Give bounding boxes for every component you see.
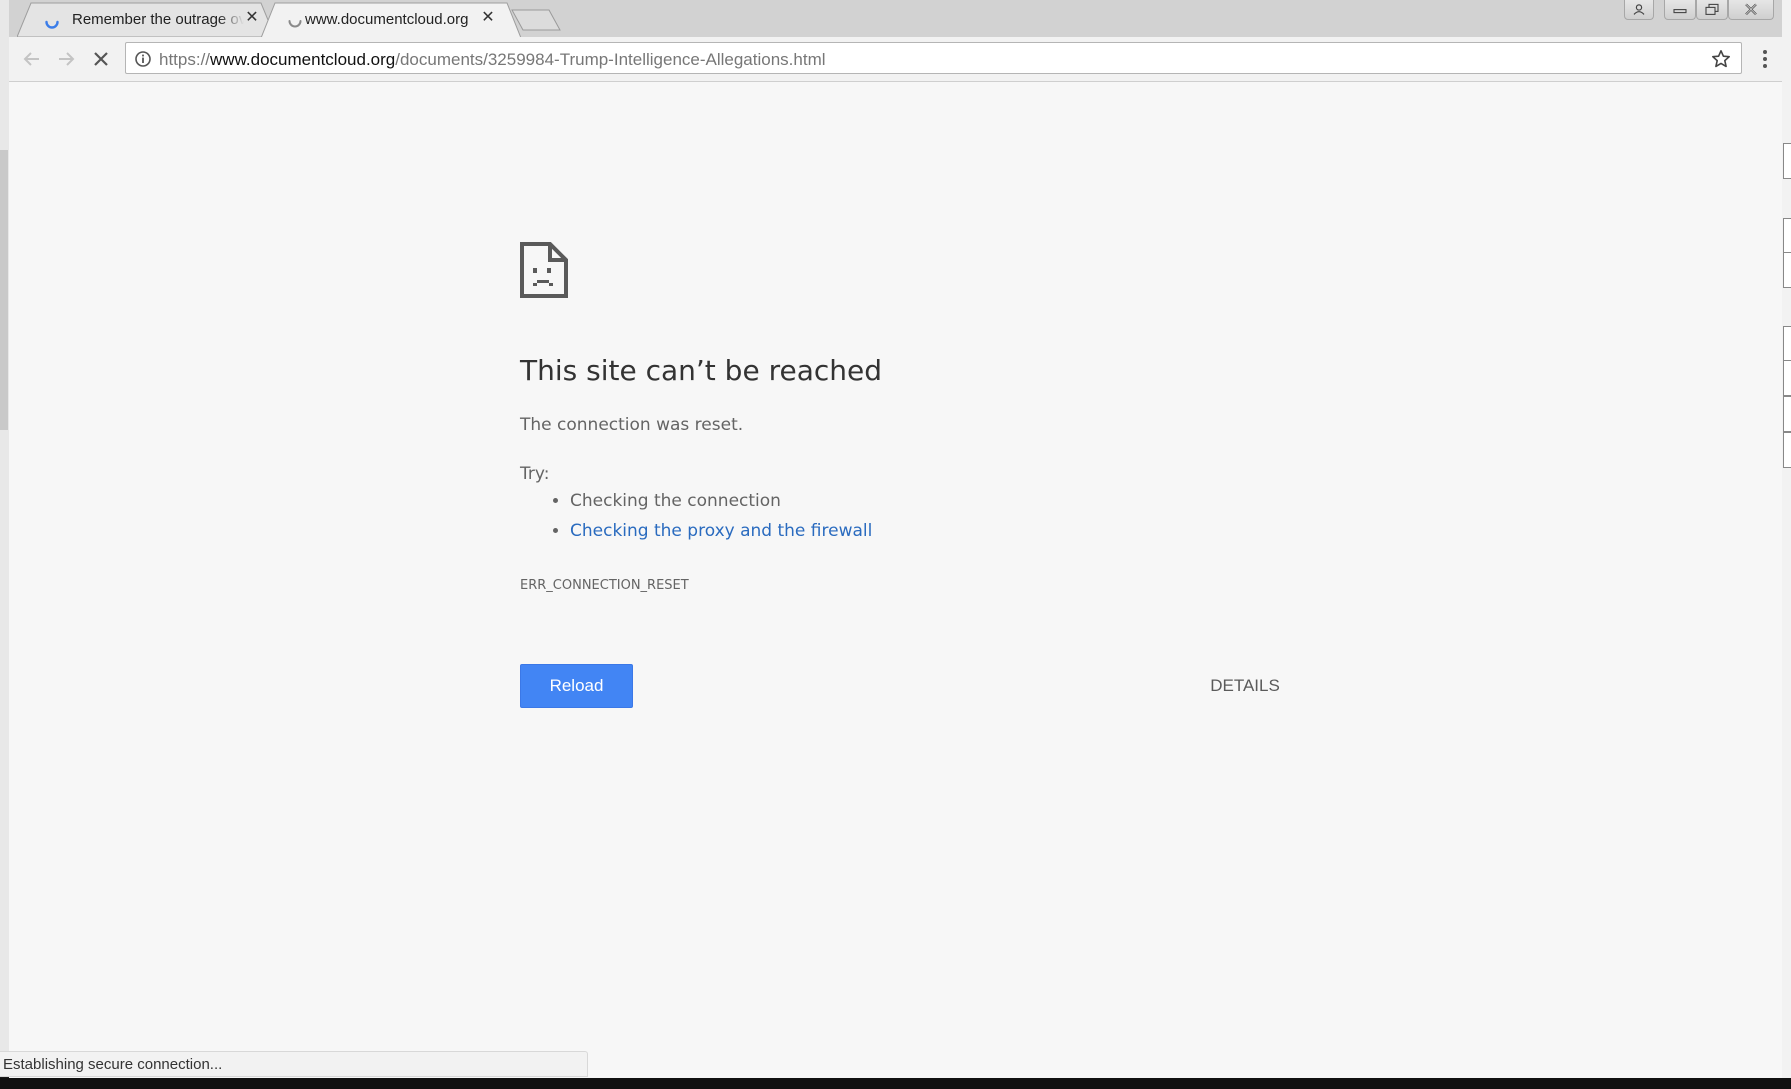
arrow-left-icon[interactable] bbox=[20, 47, 44, 71]
minimize-button[interactable] bbox=[1664, 0, 1696, 20]
tab-title: Remember the outrage over bbox=[72, 11, 244, 28]
vertical-dots-icon[interactable] bbox=[1755, 48, 1775, 70]
screen: Remember the outrage over ✕ www.document… bbox=[0, 0, 1791, 1089]
tab-close-icon[interactable]: ✕ bbox=[244, 10, 260, 26]
error-heading: This site can’t be reached bbox=[520, 354, 882, 387]
background-window-right-edge bbox=[1781, 0, 1791, 1080]
browser-window: Remember the outrage over ✕ www.document… bbox=[9, 0, 1782, 1078]
suggestion-check-proxy-link[interactable]: Checking the proxy and the firewall bbox=[570, 521, 872, 541]
status-bubble: Establishing secure connection... bbox=[0, 1051, 588, 1077]
error-code: ERR_CONNECTION_RESET bbox=[520, 578, 689, 593]
close-window-button[interactable] bbox=[1728, 0, 1774, 20]
background-window-tab-edge bbox=[1783, 360, 1791, 396]
try-label: Try: bbox=[520, 464, 550, 484]
background-window-tab-edge bbox=[1783, 218, 1791, 254]
suggestion-item: Checking the proxy and the firewall bbox=[570, 516, 872, 546]
close-x-icon[interactable] bbox=[89, 47, 113, 71]
suggestion-item: Checking the connection bbox=[570, 486, 872, 516]
background-window-tab-edge bbox=[1783, 432, 1791, 468]
taskbar-edge bbox=[0, 1078, 1791, 1089]
tab-close-icon[interactable]: ✕ bbox=[480, 10, 496, 26]
address-bar[interactable]: https://www.documentcloud.org/documents/… bbox=[125, 42, 1742, 74]
background-window-scrollbar bbox=[0, 150, 8, 430]
details-button[interactable]: DETAILS bbox=[1185, 664, 1305, 708]
background-window-tab-edge bbox=[1783, 326, 1791, 362]
background-window-tab-edge bbox=[1783, 252, 1791, 288]
toolbar: https://www.documentcloud.org/documents/… bbox=[9, 37, 1782, 82]
tab-title: www.documentcloud.org bbox=[305, 11, 469, 28]
url-path: /documents/3259984-Trump-Intelligence-Al… bbox=[395, 50, 826, 69]
tab-documentcloud[interactable]: www.documentcloud.org ✕ bbox=[261, 2, 521, 37]
loading-spinner-icon bbox=[288, 20, 302, 28]
restore-icon bbox=[1705, 3, 1719, 15]
sad-document-icon bbox=[520, 242, 568, 298]
error-message: The connection was reset. bbox=[520, 415, 744, 435]
close-icon bbox=[1745, 3, 1757, 15]
suggestion-check-connection: Checking the connection bbox=[570, 491, 781, 511]
error-page: This site can’t be reached The connectio… bbox=[9, 82, 1782, 1078]
person-icon bbox=[1633, 3, 1645, 15]
star-outline-icon[interactable] bbox=[1711, 49, 1731, 69]
new-tab-button[interactable] bbox=[511, 9, 561, 31]
minimize-icon bbox=[1673, 8, 1687, 13]
background-window-tab-edge bbox=[1783, 143, 1791, 179]
info-circle-icon[interactable] bbox=[134, 50, 152, 68]
reload-button[interactable]: Reload bbox=[520, 664, 633, 708]
background-window-tab-edge bbox=[1783, 396, 1791, 432]
tab-remember-the-outrage[interactable]: Remember the outrage over ✕ bbox=[17, 2, 275, 37]
loading-spinner-icon bbox=[45, 20, 59, 29]
url-text[interactable]: https://www.documentcloud.org/documents/… bbox=[159, 50, 826, 70]
suggestion-list: Checking the connection Checking the pro… bbox=[520, 486, 872, 546]
url-host: www.documentcloud.org bbox=[210, 50, 396, 69]
restore-button[interactable] bbox=[1696, 0, 1728, 20]
profile-button[interactable] bbox=[1624, 0, 1654, 20]
tab-strip: Remember the outrage over ✕ www.document… bbox=[9, 0, 1782, 37]
url-scheme: https:// bbox=[159, 50, 211, 69]
arrow-right-icon[interactable] bbox=[54, 47, 78, 71]
